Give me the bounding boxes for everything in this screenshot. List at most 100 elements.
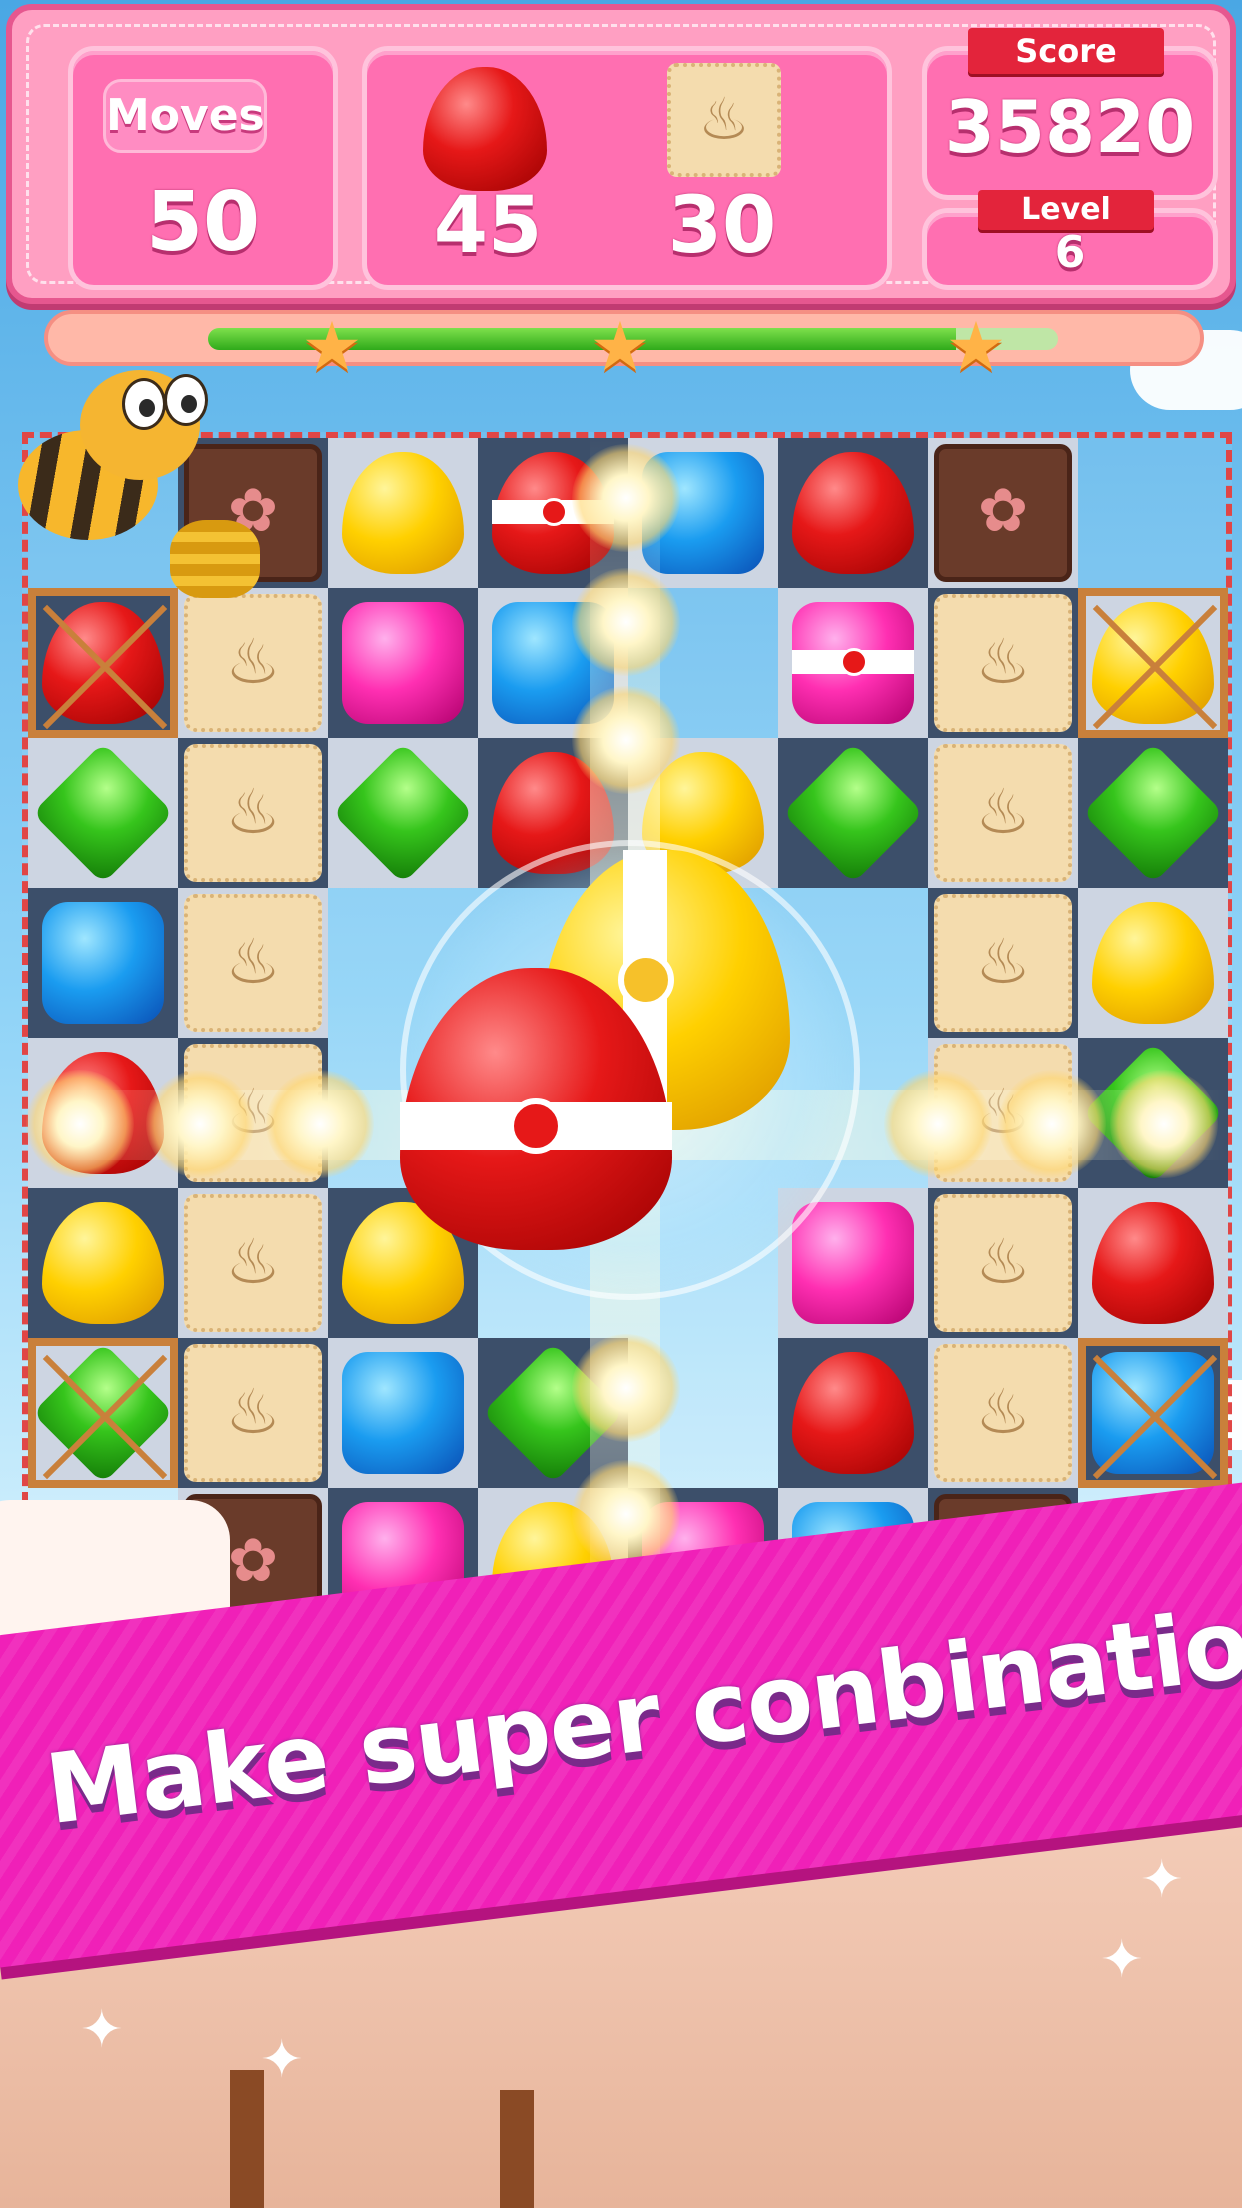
red-gumdrop-icon <box>423 67 547 191</box>
board-cell[interactable] <box>1078 438 1228 588</box>
cupcake-cookie-block[interactable]: ♨ <box>184 1194 322 1332</box>
board-cell[interactable]: ♨ <box>928 1338 1078 1488</box>
table-leg <box>500 2090 534 2208</box>
honey-pot <box>170 520 260 598</box>
board-cell[interactable]: ♨ <box>178 1338 328 1488</box>
blue-square-candy[interactable] <box>342 1352 464 1474</box>
star-icon: ★ <box>589 308 651 387</box>
pink-square-candy[interactable] <box>792 1202 914 1324</box>
light-orb <box>266 1070 374 1178</box>
board-cell[interactable] <box>328 1338 478 1488</box>
board-cell[interactable]: ♨ <box>178 1188 328 1338</box>
star-icon: ★ <box>301 308 363 387</box>
board-cell[interactable] <box>28 1188 178 1338</box>
board-cell[interactable] <box>328 738 478 888</box>
goal-count-cookie: 30 <box>667 181 777 271</box>
sparkle-icon: ✦ <box>1100 1930 1144 1990</box>
rope-blocker <box>28 588 178 738</box>
board-cell[interactable] <box>778 738 928 888</box>
level-value: 6 <box>1054 227 1086 278</box>
board-cell[interactable] <box>778 438 928 588</box>
flower-icon <box>618 952 674 1008</box>
light-orb <box>1110 1070 1218 1178</box>
chocolate-block[interactable]: ✿ <box>934 444 1072 582</box>
blue-square-candy[interactable] <box>42 902 164 1024</box>
board-cell[interactable]: ♨ <box>928 588 1078 738</box>
board-cell[interactable] <box>28 588 178 738</box>
light-orb <box>998 1070 1106 1178</box>
moves-value: 50 <box>145 175 261 270</box>
moves-label: Moves <box>103 79 267 153</box>
board-cell[interactable] <box>778 588 928 738</box>
cupcake-cookie-icon: ♨ <box>667 63 781 177</box>
rope-blocker <box>28 1338 178 1488</box>
board-cell[interactable]: ♨ <box>928 1188 1078 1338</box>
flower-icon <box>540 498 568 526</box>
board-cell[interactable] <box>328 438 478 588</box>
level-label: Level <box>962 190 1170 230</box>
sparkle-icon: ✦ <box>260 2030 304 2090</box>
board-cell[interactable] <box>1078 588 1228 738</box>
cupcake-cookie-block[interactable]: ♨ <box>184 594 322 732</box>
board-cell[interactable]: ♨ <box>178 888 328 1038</box>
cupcake-cookie-block[interactable]: ♨ <box>934 1344 1072 1482</box>
red-drop-candy[interactable] <box>1092 1202 1214 1324</box>
board-cell[interactable]: ♨ <box>928 888 1078 1038</box>
bee-mascot <box>10 340 260 600</box>
green-diamond-candy[interactable] <box>1082 742 1224 884</box>
board-cell[interactable]: ♨ <box>928 738 1078 888</box>
board-cell[interactable] <box>778 1338 928 1488</box>
cupcake-cookie-block[interactable]: ♨ <box>184 744 322 882</box>
green-diamond-candy[interactable] <box>32 742 174 884</box>
light-orb <box>26 1070 134 1178</box>
rope-blocker <box>1078 588 1228 738</box>
board-cell[interactable]: ✿ <box>928 438 1078 588</box>
red-drop-candy[interactable] <box>792 452 914 574</box>
cupcake-cookie-block[interactable]: ♨ <box>934 744 1072 882</box>
sparkle-icon: ✦ <box>80 2000 124 2060</box>
cupcake-cookie-block[interactable]: ♨ <box>934 594 1072 732</box>
board-cell[interactable] <box>1078 1338 1228 1488</box>
red-drop-candy[interactable] <box>792 1352 914 1474</box>
top-hud: Moves 50 45 ♨ 30 35820 Score 6 Level <box>6 4 1236 304</box>
board-cell[interactable] <box>328 588 478 738</box>
cupcake-cookie-block[interactable]: ♨ <box>184 894 322 1032</box>
yellow-drop-candy[interactable] <box>42 1202 164 1324</box>
cupcake-cookie-block[interactable]: ♨ <box>184 1344 322 1482</box>
bee-eye <box>122 378 166 430</box>
board-cell[interactable] <box>1078 888 1228 1038</box>
light-orb <box>884 1070 992 1178</box>
bee-eye <box>164 374 208 426</box>
board-cell[interactable] <box>1078 1188 1228 1338</box>
board-cell[interactable]: ♨ <box>178 588 328 738</box>
board-cell[interactable] <box>28 738 178 888</box>
cupcake-cookie-block[interactable]: ♨ <box>934 1194 1072 1332</box>
sparkle-icon: ✦ <box>1140 1850 1184 1910</box>
board-cell[interactable] <box>1078 738 1228 888</box>
goals-panel: 45 ♨ 30 <box>362 46 892 290</box>
board-cell[interactable] <box>28 888 178 1038</box>
table-leg <box>230 2070 264 2208</box>
score-label: Score <box>952 28 1180 74</box>
flower-icon <box>508 1098 564 1154</box>
light-orb <box>572 1334 680 1442</box>
board-cell[interactable]: ♨ <box>178 738 328 888</box>
moves-panel: Moves 50 <box>68 46 338 290</box>
light-orb <box>572 686 680 794</box>
yellow-drop-candy[interactable] <box>342 452 464 574</box>
pink-square-candy[interactable] <box>342 602 464 724</box>
green-diamond-candy[interactable] <box>782 742 924 884</box>
pink-square-candy[interactable] <box>792 602 914 724</box>
light-orb <box>146 1070 254 1178</box>
flower-icon <box>840 648 868 676</box>
score-value: 35820 <box>944 85 1196 169</box>
yellow-drop-candy[interactable] <box>1092 902 1214 1024</box>
rope-blocker <box>1078 1338 1228 1488</box>
light-orb <box>572 1460 680 1568</box>
star-icon: ★ <box>945 308 1007 387</box>
light-orb <box>572 444 680 552</box>
light-orb <box>572 568 680 676</box>
green-diamond-candy[interactable] <box>332 742 474 884</box>
board-cell[interactable] <box>28 1338 178 1488</box>
cupcake-cookie-block[interactable]: ♨ <box>934 894 1072 1032</box>
